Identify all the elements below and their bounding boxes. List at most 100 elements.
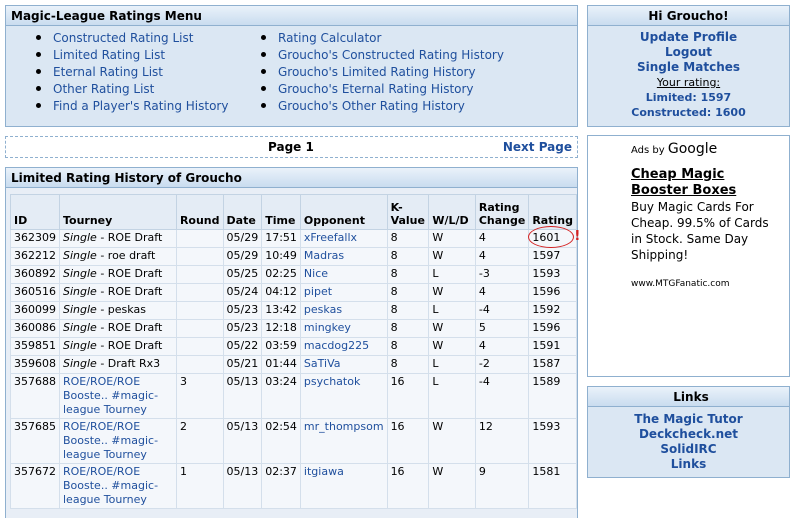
ads-by-google[interactable]: Ads by Google — [631, 141, 717, 157]
next-page-link[interactable]: Next Page — [503, 140, 572, 154]
cell-rating: 1587 — [528, 355, 577, 374]
column-header: Time — [261, 194, 301, 230]
table-row: 362212 Single - roe draft 05/29 10:49 Madras… — [10, 247, 577, 266]
opponent-link[interactable]: macdog225 — [304, 339, 369, 352]
cell-round — [175, 247, 224, 266]
cell-rating-change: 12 — [474, 418, 530, 464]
rating-value: 1581 — [532, 465, 561, 478]
cell-date: 05/23 — [222, 319, 263, 338]
table-row: 357672 ROE/ROE/ROE Booste.. #magic-league… — [10, 463, 577, 509]
opponent-link[interactable]: pipet — [304, 285, 332, 298]
opponent-link[interactable]: itgiawa — [304, 465, 344, 478]
cell-tourney: Single - ROE Draft — [59, 265, 177, 284]
cell-round: 1 — [175, 463, 224, 509]
menu-item[interactable]: Rating Calculator — [261, 30, 504, 47]
cell-tourney: Single - ROE Draft — [59, 283, 177, 302]
cell-date: 05/29 — [222, 247, 263, 266]
column-header: Round — [175, 194, 224, 230]
limited-rating: Limited: 1597 — [645, 91, 732, 104]
menu-item[interactable]: Find a Player's Rating History — [36, 98, 228, 115]
rating-value: 1589 — [532, 375, 561, 388]
cell-opponent: peskas — [299, 301, 388, 320]
opponent-link[interactable]: mingkey — [304, 321, 351, 334]
tourney-link[interactable]: ROE/ROE/ROE Booste.. #magic-league Tourn… — [63, 375, 158, 416]
menu-item-label[interactable]: Constructed Rating List — [53, 31, 193, 45]
menu-item-label[interactable]: Eternal Rating List — [53, 65, 163, 79]
link-solidirc[interactable]: SolidIRC — [588, 442, 789, 457]
column-header: Date — [222, 194, 263, 230]
menu-item-label[interactable]: Find a Player's Rating History — [53, 99, 228, 113]
opponent-link[interactable]: psychatok — [304, 375, 360, 388]
tourney-type: Single — [63, 267, 97, 280]
cell-tourney: Single - ROE Draft — [59, 229, 177, 248]
constructed-rating: Constructed: 1600 — [631, 106, 746, 119]
menu-item-label[interactable]: Groucho's Limited Rating History — [278, 65, 476, 79]
cell-rating-change: 4 — [474, 247, 530, 266]
cell-wld: W — [428, 337, 476, 356]
rating-value: 1596 — [532, 285, 561, 298]
rating-value: 1587 — [532, 357, 561, 370]
cell-rating-change: -3 — [474, 265, 530, 284]
opponent-link[interactable]: mr_thompsom — [304, 420, 384, 433]
opponent-link[interactable]: xFreefallx — [304, 231, 357, 244]
bullet-icon — [36, 69, 41, 74]
pagination-bar: Page 1 Next Page — [5, 136, 578, 158]
tourney-link[interactable]: ROE/ROE/ROE Booste.. #magic-league Tourn… — [63, 465, 158, 506]
menu-item-label[interactable]: Other Rating List — [53, 82, 154, 96]
table-row: 360892 Single - ROE Draft 05/25 02:25 Nice 8 L… — [10, 265, 577, 284]
cell-id: 357672 — [10, 463, 60, 509]
cell-id: 357688 — [10, 373, 60, 419]
links-panel: Links The Magic Tutor Deckcheck.net Soli… — [587, 386, 790, 478]
ad-url[interactable]: www.MTGFanatic.com — [631, 279, 730, 289]
bullet-icon — [261, 103, 266, 108]
menu-item[interactable]: Groucho's Limited Rating History — [261, 64, 504, 81]
link-deckcheck[interactable]: Deckcheck.net — [588, 427, 789, 442]
tourney-name: - peskas — [96, 303, 146, 316]
cell-date: 05/24 — [222, 283, 263, 302]
ad-title-link[interactable]: Cheap Magic Booster Boxes — [631, 167, 781, 199]
tourney-type: Single — [63, 339, 97, 352]
menu-item-label[interactable]: Rating Calculator — [278, 31, 381, 45]
menu-item-label[interactable]: Groucho's Constructed Rating History — [278, 48, 504, 62]
update-profile-link[interactable]: Update Profile — [588, 30, 789, 45]
cell-time: 13:42 — [261, 301, 301, 320]
menu-item[interactable]: Groucho's Eternal Rating History — [261, 81, 504, 98]
rating-value: 1593 — [532, 267, 561, 280]
opponent-link[interactable]: Nice — [304, 267, 328, 280]
link-magic-tutor[interactable]: The Magic Tutor — [588, 412, 789, 427]
link-links[interactable]: Links — [588, 457, 789, 472]
cell-wld: W — [428, 463, 476, 509]
cell-id: 360086 — [10, 319, 60, 338]
single-matches-link[interactable]: Single Matches — [588, 60, 789, 75]
menu-item[interactable]: Constructed Rating List — [36, 30, 228, 47]
menu-item[interactable]: Limited Rating List — [36, 47, 228, 64]
tourney-type: Single — [63, 321, 97, 334]
opponent-link[interactable]: Madras — [304, 249, 344, 262]
cell-date: 05/22 — [222, 337, 263, 356]
menu-item[interactable]: Eternal Rating List — [36, 64, 228, 81]
cell-round — [175, 355, 224, 374]
cell-opponent: mingkey — [299, 319, 388, 338]
cell-k-value: 16 — [386, 418, 430, 464]
menu-item[interactable]: Groucho's Constructed Rating History — [261, 47, 504, 64]
cell-wld: W — [428, 247, 476, 266]
table-row: 360516 Single - ROE Draft 05/24 04:12 pipet 8… — [10, 283, 577, 302]
tourney-name: - ROE Draft — [96, 285, 163, 298]
opponent-link[interactable]: peskas — [304, 303, 342, 316]
menu-item-label[interactable]: Groucho's Eternal Rating History — [278, 82, 474, 96]
cell-k-value: 8 — [386, 283, 430, 302]
bullet-icon — [36, 52, 41, 57]
cell-rating: 1593 — [528, 265, 577, 284]
table-row: 362309 Single - ROE Draft 05/29 17:51 xFreef… — [10, 226, 580, 248]
opponent-link[interactable]: SaTiVa — [304, 357, 341, 370]
ads-by-label: Ads by — [631, 145, 665, 156]
tourney-type: Single — [63, 357, 97, 370]
menu-item[interactable]: Groucho's Other Rating History — [261, 98, 504, 115]
column-header: Rating Change — [474, 194, 530, 230]
page-number: Page 1 — [268, 140, 314, 154]
menu-item-label[interactable]: Groucho's Other Rating History — [278, 99, 465, 113]
tourney-link[interactable]: ROE/ROE/ROE Booste.. #magic-league Tourn… — [63, 420, 158, 461]
logout-link[interactable]: Logout — [588, 45, 789, 60]
menu-item[interactable]: Other Rating List — [36, 81, 228, 98]
menu-item-label[interactable]: Limited Rating List — [53, 48, 165, 62]
